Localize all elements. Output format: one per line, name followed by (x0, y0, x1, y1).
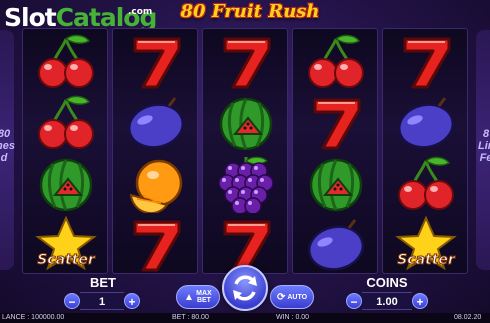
seven-symbol (383, 31, 469, 92)
coins-minus-button[interactable]: − (346, 293, 362, 309)
plum-symbol (113, 92, 199, 153)
right-lines-info: 8LinFe (478, 128, 490, 164)
status-bar: LANCE : 100000.00 BET : 80.00 WIN : 0.00… (0, 313, 490, 323)
plum-symbol (293, 214, 379, 275)
watermelon-icon (39, 158, 93, 211)
cherry-icon (38, 34, 94, 88)
cherry-icon (38, 95, 94, 149)
coins-label: COINS (366, 275, 408, 290)
watermelon-icon (219, 97, 273, 150)
top-bar: SlotCatalog .com 80 Fruit Rush (0, 0, 490, 31)
bet-minus-button[interactable]: − (64, 293, 80, 309)
total-bet-readout: BET : 80.00 (172, 314, 209, 321)
cherry-symbol (23, 31, 109, 92)
scatter-symbol: Scatter (383, 214, 469, 275)
grapes-symbol (203, 153, 289, 214)
coins-plus-button[interactable]: + (412, 293, 428, 309)
cherry-icon (398, 156, 454, 210)
left-lines-info: 80nesd (0, 128, 15, 164)
svg-text:Scatter: Scatter (37, 252, 96, 268)
reel-1: Scatter (22, 28, 108, 274)
seven-icon (403, 37, 451, 88)
autoplay-icon: ⟳ (276, 291, 286, 303)
reel-5: Scatter (382, 28, 468, 274)
seven-symbol (293, 92, 379, 153)
bet-stepper: − 1 + (64, 292, 140, 310)
max-bet-arrow-icon: ▲ (184, 291, 194, 303)
autoplay-button[interactable]: ⟳ AUTO (270, 285, 314, 309)
reel-4 (292, 28, 378, 274)
max-bet-label: MAX BET (196, 290, 212, 304)
max-bet-button[interactable]: ▲ MAX BET (176, 285, 220, 309)
grapes-icon (218, 156, 274, 213)
reel-area: Scatter Scatter (22, 28, 468, 274)
cherry-icon (308, 34, 364, 88)
watermelon-icon (309, 158, 363, 211)
orange-symbol (113, 153, 199, 214)
autoplay-label: AUTO (287, 293, 308, 301)
bet-value: 1 (80, 292, 124, 310)
seven-symbol (113, 31, 199, 92)
bet-plus-button[interactable]: + (124, 293, 140, 309)
seven-icon (133, 37, 181, 88)
scatter-icon: Scatter (35, 215, 97, 270)
spin-button[interactable] (222, 265, 268, 311)
coins-value: 1.00 (362, 292, 412, 310)
reel-3 (202, 28, 288, 274)
game-title: 80 Fruit Rush (180, 1, 320, 22)
seven-symbol (113, 214, 199, 275)
watermark-tld: .com (128, 7, 153, 17)
cherry-symbol (293, 31, 379, 92)
plum-icon (127, 96, 185, 149)
seven-symbol (203, 31, 289, 92)
seven-icon (133, 220, 181, 271)
cherry-symbol (383, 153, 469, 214)
coins-stepper: − 1.00 + (346, 292, 428, 310)
plum-icon (307, 218, 365, 271)
watermelon-symbol (23, 153, 109, 214)
scatter-icon: Scatter (395, 215, 457, 270)
orange-icon (129, 159, 183, 213)
svg-text:Scatter: Scatter (397, 252, 456, 268)
cherry-symbol (23, 92, 109, 153)
watermelon-symbol (203, 92, 289, 153)
reel-2 (112, 28, 198, 274)
seven-icon (313, 98, 361, 149)
bet-label: BET (90, 275, 116, 290)
plum-symbol (383, 92, 469, 153)
clock-readout: 08.02.20 (454, 314, 482, 321)
watermelon-symbol (293, 153, 379, 214)
spin-arrows-icon (233, 275, 257, 301)
balance-readout: LANCE : 100000.00 (2, 314, 65, 321)
scatter-symbol: Scatter (23, 214, 109, 275)
plum-icon (397, 96, 455, 149)
seven-icon (223, 37, 271, 88)
win-readout: WIN : 0.00 (276, 314, 310, 321)
